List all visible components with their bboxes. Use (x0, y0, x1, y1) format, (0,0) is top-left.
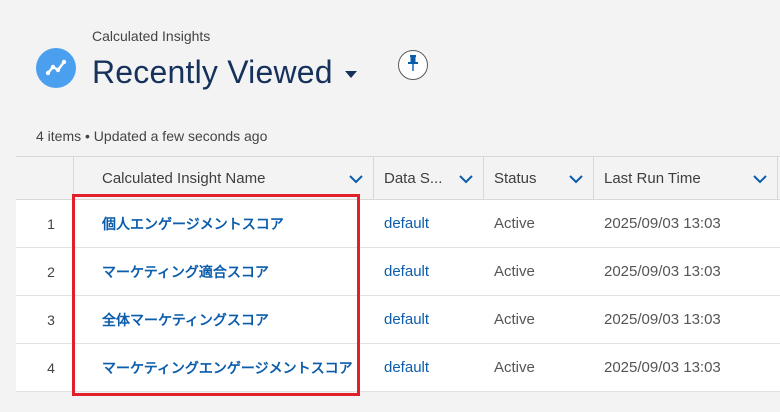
insight-name-link[interactable]: 個人エンゲージメントスコア (102, 214, 284, 234)
list-summary: 4 items • Updated a few seconds ago (36, 128, 268, 144)
pin-list-view-button[interactable] (398, 50, 428, 80)
column-header-last-run-time[interactable]: Last Run Time (594, 157, 778, 199)
caret-down-icon[interactable] (344, 66, 357, 84)
column-header-label: Data S... (384, 169, 443, 187)
last-run-time: 2025/09/03 13:03 (604, 215, 721, 232)
row-number: 1 (47, 215, 55, 232)
column-header-data-space[interactable]: Data S... (374, 157, 484, 199)
row-number: 4 (47, 359, 55, 376)
column-header-name[interactable]: Calculated Insight Name (74, 157, 374, 199)
data-space-link[interactable]: default (384, 263, 429, 280)
chevron-down-icon[interactable] (569, 171, 583, 188)
list-view-header: Calculated Insights Recently Viewed (36, 24, 780, 104)
column-header-status[interactable]: Status (484, 157, 594, 199)
insight-name-link[interactable]: マーケティング適合スコア (102, 262, 269, 282)
list-view-switcher[interactable]: Recently Viewed (92, 54, 357, 91)
chevron-down-icon[interactable] (753, 171, 767, 188)
chevron-down-icon[interactable] (459, 171, 473, 188)
last-run-time: 2025/09/03 13:03 (604, 263, 721, 280)
column-header-label: Calculated Insight Name (102, 169, 266, 187)
table-row: 4 マーケティングエンゲージメントスコア default Active 2025… (16, 344, 780, 392)
object-label: Calculated Insights (92, 28, 211, 44)
trend-line-icon (36, 48, 76, 88)
page-title[interactable]: Recently Viewed (92, 54, 333, 91)
row-number: 2 (47, 263, 55, 280)
data-space-link[interactable]: default (384, 215, 429, 232)
status-text: Active (494, 311, 535, 328)
records-table: Calculated Insight Name Data S... Status… (16, 156, 780, 392)
column-header-label: Status (494, 169, 537, 187)
status-text: Active (494, 359, 535, 376)
data-space-link[interactable]: default (384, 359, 429, 376)
data-space-link[interactable]: default (384, 311, 429, 328)
row-number-header (16, 157, 74, 199)
insight-name-link[interactable]: マーケティングエンゲージメントスコア (102, 358, 353, 378)
table-row: 2 マーケティング適合スコア default Active 2025/09/03… (16, 248, 780, 296)
status-text: Active (494, 215, 535, 232)
status-text: Active (494, 263, 535, 280)
last-run-time: 2025/09/03 13:03 (604, 359, 721, 376)
pin-icon (406, 54, 420, 76)
table-row: 1 個人エンゲージメントスコア default Active 2025/09/0… (16, 200, 780, 248)
column-header-label: Last Run Time (604, 169, 701, 187)
last-run-time: 2025/09/03 13:03 (604, 311, 721, 328)
insight-name-link[interactable]: 全体マーケティングスコア (102, 310, 269, 330)
table-header-row: Calculated Insight Name Data S... Status… (16, 157, 780, 200)
table-row: 3 全体マーケティングスコア default Active 2025/09/03… (16, 296, 780, 344)
row-number: 3 (47, 311, 55, 328)
chevron-down-icon[interactable] (349, 171, 363, 188)
